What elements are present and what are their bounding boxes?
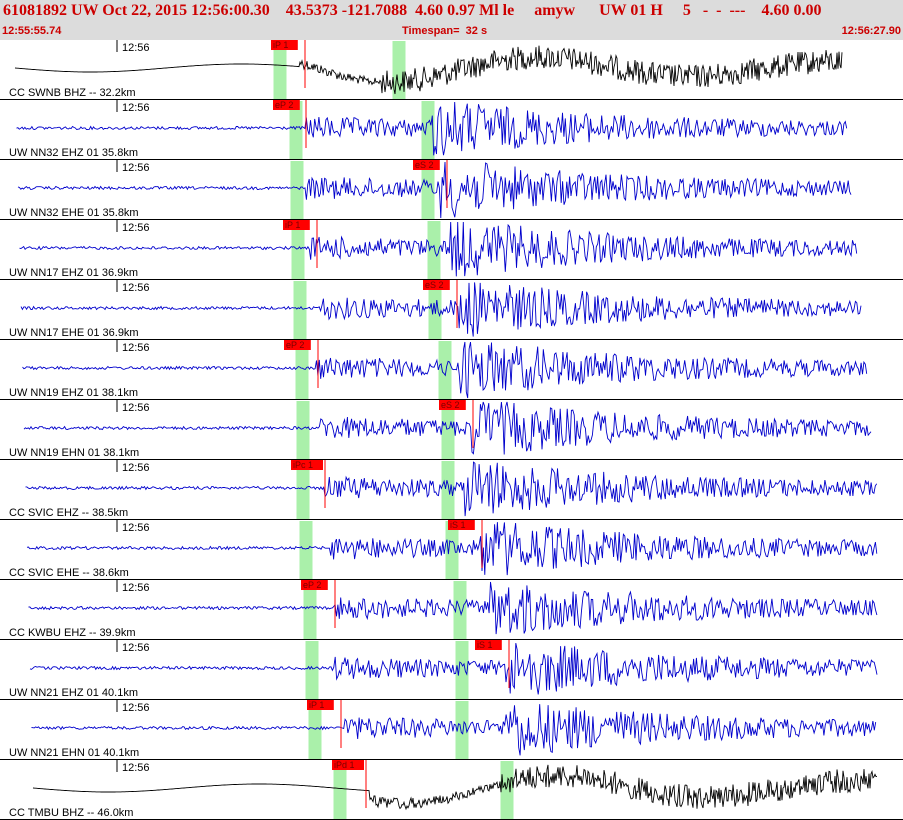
pick-label: iS 1 xyxy=(450,520,466,530)
station-label: UW NN21 EHZ 01 40.1km xyxy=(9,687,138,699)
station-label: UW NN19 EHZ 01 38.1km xyxy=(9,387,138,399)
trace-row[interactable]: 12:56 iS 1 UW NN21 EHZ 01 40.1km xyxy=(0,640,903,700)
tick-label: 12:56 xyxy=(122,42,150,54)
trace-row[interactable]: 12:56 eP 2 CC KWBU EHZ -- 39.9km xyxy=(0,580,903,640)
tick-label: 12:56 xyxy=(122,522,150,534)
tick-label: 12:56 xyxy=(122,462,150,474)
trace-row[interactable]: 12:56 iPd 1 CC TMBU BHZ -- 46.0km xyxy=(0,760,903,820)
pick-window xyxy=(290,161,304,219)
trace-row[interactable]: 12:56 eP 2 UW NN19 EHZ 01 38.1km xyxy=(0,340,903,400)
pick-window xyxy=(438,341,452,399)
trace-row[interactable]: 12:56 eP 2 UW NN32 EHZ 01 35.8km xyxy=(0,100,903,160)
pick-label: iP 1 xyxy=(309,700,324,710)
trace-row[interactable]: 12:56 iP 1 CC SWNB BHZ -- 32.2km xyxy=(0,40,903,100)
end-time: 12:56:27.90 xyxy=(841,25,901,37)
station-label: CC TMBU BHZ -- 46.0km xyxy=(9,807,133,819)
pick-label: eP 2 xyxy=(275,100,293,110)
pick-label: iS 1 xyxy=(477,640,493,650)
timespan-label: Timespan= 32 s xyxy=(402,25,488,37)
station-label: CC SWNB BHZ -- 32.2km xyxy=(9,87,136,99)
pick-label: iP 1 xyxy=(273,40,288,50)
pick-window xyxy=(293,281,307,339)
tick-label: 12:56 xyxy=(122,642,150,654)
waveform xyxy=(32,764,877,811)
station-label: UW NN32 EHE 01 35.8km xyxy=(9,207,139,219)
trace-row[interactable]: 12:56 iP 1 UW NN21 EHN 01 40.1km xyxy=(0,700,903,760)
tick-label: 12:56 xyxy=(122,282,150,294)
station-label: CC KWBU EHZ -- 39.9km xyxy=(9,627,136,639)
trace-row[interactable]: 12:56 eS 2 UW NN17 EHE 01 36.9km xyxy=(0,280,903,340)
station-label: UW NN19 EHN 01 38.1km xyxy=(9,447,139,459)
station-label: CC SVIC EHE -- 38.6km xyxy=(9,567,129,579)
pick-window xyxy=(296,401,310,459)
station-label: UW NN32 EHZ 01 35.8km xyxy=(9,147,138,159)
tick-label: 12:56 xyxy=(122,702,150,714)
event-header: 61081892 UW Oct 22, 2015 12:56:00.30 43.… xyxy=(0,0,903,40)
tick-label: 12:56 xyxy=(122,102,150,114)
pick-label: eP 2 xyxy=(286,340,304,350)
pick-window xyxy=(441,461,455,519)
pick-label: eS 2 xyxy=(415,160,434,170)
tick-label: 12:56 xyxy=(122,222,150,234)
tick-label: 12:56 xyxy=(122,402,150,414)
trace-row[interactable]: 12:56 eS 2 UW NN19 EHN 01 38.1km xyxy=(0,400,903,460)
trace-row[interactable]: 12:56 iPc 1 CC SVIC EHZ -- 38.5km xyxy=(0,460,903,520)
station-label: CC SVIC EHZ -- 38.5km xyxy=(9,507,128,519)
pick-window xyxy=(299,521,313,579)
pick-label: iPc 1 xyxy=(293,460,313,470)
pick-label: eP 2 xyxy=(303,580,321,590)
start-time: 12:55:55.74 xyxy=(2,25,62,37)
event-title: 61081892 UW Oct 22, 2015 12:56:00.30 43.… xyxy=(3,2,822,19)
tick-label: 12:56 xyxy=(122,162,150,174)
tick-label: 12:56 xyxy=(122,762,150,774)
station-label: UW NN21 EHN 01 40.1km xyxy=(9,747,139,759)
tick-label: 12:56 xyxy=(122,342,150,354)
pick-label: eS 2 xyxy=(425,280,444,290)
pick-label: iP 1 xyxy=(285,220,300,230)
tick-label: 12:56 xyxy=(122,582,150,594)
pick-window xyxy=(305,641,319,699)
waveform xyxy=(28,581,878,635)
waveform xyxy=(29,643,878,695)
station-label: UW NN17 EHE 01 36.9km xyxy=(9,327,139,339)
trace-row[interactable]: 12:56 iP 1 UW NN17 EHZ 01 36.9km xyxy=(0,220,903,280)
trace-row[interactable]: 12:56 iS 1 CC SVIC EHE -- 38.6km xyxy=(0,520,903,580)
trace-row[interactable]: 12:56 eS 2 UW NN32 EHE 01 35.8km xyxy=(0,160,903,220)
pick-label: iPd 1 xyxy=(334,760,355,770)
station-label: UW NN17 EHZ 01 36.9km xyxy=(9,267,138,279)
pick-window xyxy=(500,761,514,819)
waveform xyxy=(31,704,877,756)
seismogram-panel[interactable]: 12:56 iP 1 CC SWNB BHZ -- 32.2km 12:56 eP 2 U… xyxy=(0,40,903,820)
pick-label: eS 2 xyxy=(441,400,460,410)
